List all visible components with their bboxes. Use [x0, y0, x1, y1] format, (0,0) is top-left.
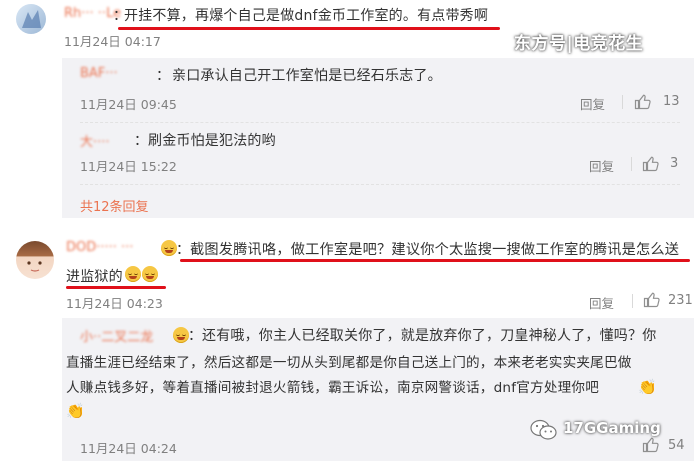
replies-box: BAF··· ： 亲口承认自己开工作室怕是已经石乐志了。 11月24日 09:4…: [62, 58, 694, 218]
highlight-underline: [180, 259, 690, 262]
reply-button[interactable]: 回复: [589, 293, 614, 312]
colon: ：: [176, 242, 190, 258]
reply-time: 11月24日 15:22: [80, 159, 177, 174]
reply-username[interactable]: 小··二叉二龙: [80, 326, 153, 345]
watermark-bottom: 17GGaming: [563, 419, 661, 437]
wechat-icon: [530, 419, 557, 440]
reply-text-cont: 直播生涯已经结束了，然后这都是一切从头到尾都是你自己送上门的，本来老老实实夹尾巴…: [66, 355, 632, 371]
dashed-divider: [80, 122, 680, 123]
laughing-emoji-icon: [141, 266, 158, 282]
thumbs-up-icon[interactable]: [634, 93, 651, 110]
reply-button[interactable]: 回复: [589, 156, 614, 175]
highlight-underline: [66, 286, 166, 289]
reply-username[interactable]: 大····: [80, 131, 110, 150]
thumbs-up-icon[interactable]: [642, 155, 659, 172]
comment-time: 11月24日 04:23: [66, 296, 163, 311]
reply-text: 亲口承认自己开工作室怕是已经石乐志了。: [172, 68, 442, 84]
reply-button[interactable]: 回复: [580, 94, 605, 113]
like-count: 3: [670, 156, 679, 171]
more-replies-link[interactable]: 共12条回复: [80, 196, 149, 215]
replies-box: 小··二叉二龙 ： 还有哦，你主人已经取关你了，就是放弃你了，刀皇神秘人了，懂吗…: [62, 318, 694, 461]
avatar-image: [27, 261, 42, 272]
reply-time: 11月24日 04:24: [80, 441, 177, 456]
divider: [632, 294, 633, 308]
comment-text-cont: 进监狱的: [66, 269, 123, 285]
reply-text: 还有哦，你主人已经取关你了，就是放弃你了，刀皇神秘人了，懂吗？你: [202, 328, 657, 344]
divider: [631, 157, 632, 171]
like-count: 231: [668, 293, 693, 308]
like-count: 54: [668, 438, 685, 453]
divider: [622, 95, 623, 109]
avatar[interactable]: [16, 241, 54, 279]
colon: ：: [134, 133, 148, 149]
like-count: 13: [663, 94, 680, 109]
comment-time: 11月24日 04:17: [64, 34, 161, 49]
colon: ：: [188, 328, 202, 344]
clapping-emoji-icon: 👏: [66, 402, 85, 420]
reply-username[interactable]: BAF···: [80, 66, 118, 81]
clapping-emoji-icon: 👏: [638, 378, 657, 396]
reply-text-cont: 人赚点钱多好，等着直播间被封退火箭钱，霸王诉讼，南京网警谈话，dnf官方处理你吧: [66, 380, 599, 396]
watermark-top: 东方号|电竞花生: [514, 34, 644, 54]
laughing-emoji-icon: [124, 266, 141, 282]
comment-username[interactable]: DOD····· ···: [66, 240, 133, 255]
reply-time: 11月24日 09:45: [80, 97, 177, 112]
dashed-divider: [80, 184, 680, 185]
comment-text: 截图发腾讯咯，做工作室是吧？建议你个太监搜一搜做工作室的腾讯是怎么送: [190, 242, 680, 258]
thumbs-up-icon[interactable]: [643, 291, 660, 308]
emoji-icon: [172, 327, 189, 343]
colon: ：: [156, 68, 170, 84]
reply-text: 刷金币怕是犯法的哟: [148, 133, 276, 149]
avatar-image: [22, 10, 41, 28]
emoji-icon: [160, 240, 177, 256]
avatar[interactable]: [16, 4, 46, 34]
thumbs-up-icon[interactable]: [642, 436, 659, 453]
comment-text: 开挂不算，再爆个自己是做dnf金币工作室的。有点带秀啊: [124, 8, 489, 24]
highlight-underline: [118, 27, 500, 30]
